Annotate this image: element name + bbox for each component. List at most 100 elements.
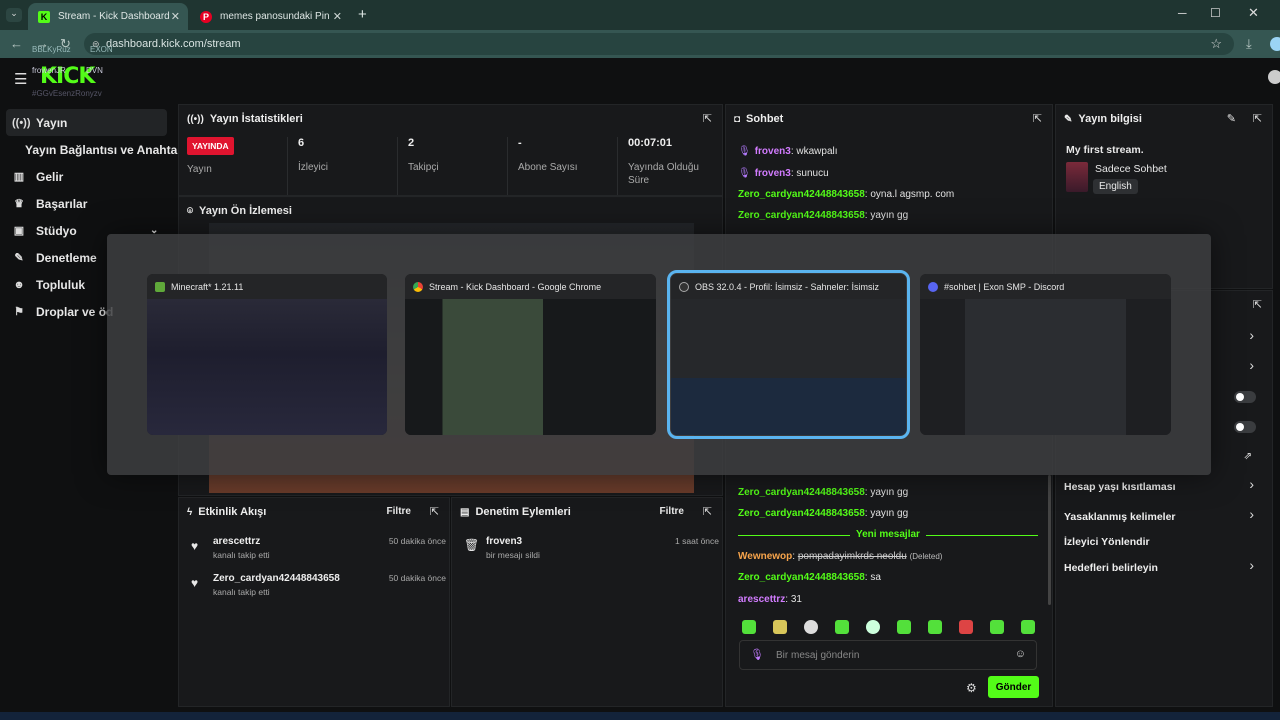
chat-message: Zero_cardyan42448843658: yayın gg	[738, 210, 909, 221]
setting-goals[interactable]: Hedefleri belirleyin	[1064, 562, 1264, 574]
chat-username[interactable]: froven3	[755, 146, 791, 157]
setting-banned-words[interactable]: Yasaklanmış kelimeler	[1064, 511, 1264, 523]
emote-icon[interactable]	[866, 620, 880, 634]
minimize-icon[interactable]: ─	[1178, 6, 1187, 20]
emote-icon[interactable]	[959, 620, 973, 634]
close-window-icon[interactable]: ✕	[1248, 5, 1259, 21]
chat-username[interactable]: Zero_cardyan42448843658	[738, 508, 865, 519]
edit-pencil-icon[interactable]: ✎	[1227, 112, 1236, 125]
moderation-action: bir mesajı sildi	[486, 550, 540, 560]
sidebar-item-label: Gelir	[36, 169, 64, 184]
emote-icon[interactable]	[928, 620, 942, 634]
mic-icon: 🎙	[738, 146, 751, 157]
popout-icon[interactable]: ⇱	[430, 505, 439, 518]
broadcast-icon: ((•))	[12, 116, 31, 129]
window-title-bar: Minecraft* 1.21.11	[147, 274, 387, 299]
chat-settings-gear-icon[interactable]: ⚙	[966, 681, 977, 695]
chevron-right-icon[interactable]: ›	[1249, 557, 1254, 573]
user-avatar[interactable]	[1268, 70, 1280, 84]
bookmark-star-icon[interactable]: ☆	[1210, 36, 1222, 52]
send-button[interactable]: Gönder	[988, 676, 1039, 698]
toggle-switch[interactable]	[1234, 421, 1256, 433]
chevron-right-icon[interactable]: ›	[1249, 476, 1254, 492]
toggle-switch[interactable]	[1234, 391, 1256, 403]
setting-redirect-viewers[interactable]: İzleyici Yönlendir	[1064, 536, 1264, 548]
chat-username[interactable]: arescettrz	[738, 594, 785, 605]
download-icon[interactable]: ⤓	[1246, 36, 1252, 52]
emote-icon[interactable]	[742, 620, 756, 634]
filter-button[interactable]: Filtre	[387, 506, 411, 517]
back-icon[interactable]: ←	[10, 36, 23, 51]
close-tab-icon[interactable]: ✕	[171, 10, 180, 23]
chat-username[interactable]: Wewnewop	[738, 551, 792, 562]
tab-pinterest[interactable]: P memes panosundaki Pin ✕	[190, 3, 350, 30]
logo-subtitle: #GGvEsenzRonyzv	[32, 89, 102, 98]
chevron-right-icon[interactable]: ›	[1249, 357, 1254, 373]
setting-account-age[interactable]: Hesap yaşı kısıtlaması	[1064, 481, 1264, 493]
chat-username[interactable]: Zero_cardyan42448843658	[738, 210, 865, 221]
url-input[interactable]: ⊜ dashboard.kick.com/stream ☆	[84, 33, 1234, 55]
window-title-bar: OBS 32.0.4 - Profil: İsimsiz - Sahneler:…	[671, 274, 906, 299]
stat-label: Takipçi	[408, 162, 439, 173]
emote-icon[interactable]	[1021, 620, 1035, 634]
emote-icon[interactable]	[773, 620, 787, 634]
emote-icon[interactable]	[897, 620, 911, 634]
chart-icon: ▥	[13, 171, 25, 183]
maximize-icon[interactable]: ☐	[1210, 6, 1221, 20]
popout-icon[interactable]: ⇱	[703, 112, 712, 125]
feed-action: kanalı takip etti	[213, 550, 270, 560]
feed-action: kanalı takip etti	[213, 587, 270, 597]
sidebar-item-label: Topluluk	[36, 277, 86, 292]
chat-input[interactable]: 🎙 Bir mesaj gönderin ☺	[739, 640, 1037, 670]
tab-search-button[interactable]: ⌄	[6, 8, 22, 22]
mic-icon[interactable]: 🎙	[750, 648, 764, 661]
overlay-tag-1: BBLKyRuz	[32, 45, 71, 54]
chat-username[interactable]: froven3	[755, 168, 791, 179]
chat-username[interactable]: Zero_cardyan42448843658	[738, 572, 865, 583]
people-icon: ☻	[13, 278, 25, 291]
category-thumbnail	[1066, 162, 1088, 192]
close-tab-icon[interactable]: ✕	[333, 10, 342, 23]
tab-kick-dashboard[interactable]: K Stream - Kick Dashboard ✕	[28, 3, 188, 30]
sidebar-item-yayin[interactable]: ((•)) Yayın	[6, 109, 167, 136]
profile-avatar[interactable]	[1270, 37, 1280, 51]
chevron-right-icon[interactable]: ›	[1249, 506, 1254, 522]
stat-label: İzleyici	[298, 162, 329, 173]
stat-label: Yayın	[187, 164, 212, 175]
window-thumb-minecraft[interactable]: Minecraft* 1.21.11	[147, 274, 387, 435]
popout-icon[interactable]: ⇱	[703, 505, 712, 518]
sidebar-item-gelir[interactable]: ▥ Gelir	[0, 163, 175, 190]
popout-icon[interactable]: ⇱	[1033, 112, 1042, 125]
window-thumb-discord[interactable]: #sohbet | Exon SMP - Discord	[920, 274, 1171, 435]
popout-icon[interactable]: ⇱	[1253, 112, 1262, 125]
emote-icon[interactable]	[804, 620, 818, 634]
popout-icon[interactable]: ⇱	[1253, 298, 1262, 311]
chat-scrollbar[interactable]	[1048, 475, 1051, 605]
new-tab-plus-icon[interactable]: +	[358, 6, 367, 23]
emote-icon[interactable]	[835, 620, 849, 634]
category-name[interactable]: Sadece Sohbet	[1095, 163, 1167, 175]
chat-title: Sohbet	[746, 113, 784, 125]
sidebar-item-stream-key[interactable]: Yayın Bağlantısı ve Anahtarı	[0, 136, 185, 163]
chevron-right-icon[interactable]: ›	[1249, 327, 1254, 343]
chat-username[interactable]: Zero_cardyan42448843658	[738, 487, 865, 498]
window-thumb-obs[interactable]: OBS 32.0.4 - Profil: İsimsiz - Sahneler:…	[667, 270, 910, 439]
emote-icon[interactable]	[990, 620, 1004, 634]
trash-icon: 🗑	[464, 538, 480, 552]
chart-icon[interactable]: ⇗	[1244, 451, 1252, 462]
emoji-icon[interactable]: ☺	[1015, 648, 1026, 660]
chat-message: Zero_cardyan42448843658: sa	[738, 572, 881, 583]
panel-title: ⌾ Yayın Ön İzlemesi	[187, 205, 292, 217]
stat-subscribers: - Abone Sayısı	[507, 137, 617, 195]
menu-icon[interactable]: ☰	[14, 70, 27, 88]
filter-button[interactable]: Filtre	[660, 506, 684, 517]
window-thumb-chrome[interactable]: Stream - Kick Dashboard - Google Chrome	[405, 274, 656, 435]
setting-label: Yasaklanmış kelimeler	[1064, 511, 1176, 523]
chat-username[interactable]: Zero_cardyan42448843658	[738, 189, 865, 200]
preview-icon: ⌾	[187, 205, 193, 217]
stat-value: 2	[408, 137, 415, 149]
sidebar-item-basarilar[interactable]: ♛ Başarılar	[0, 190, 175, 217]
window-preview	[405, 299, 656, 435]
language-badge: English	[1093, 179, 1138, 194]
activity-title: Etkinlik Akışı	[198, 506, 267, 518]
